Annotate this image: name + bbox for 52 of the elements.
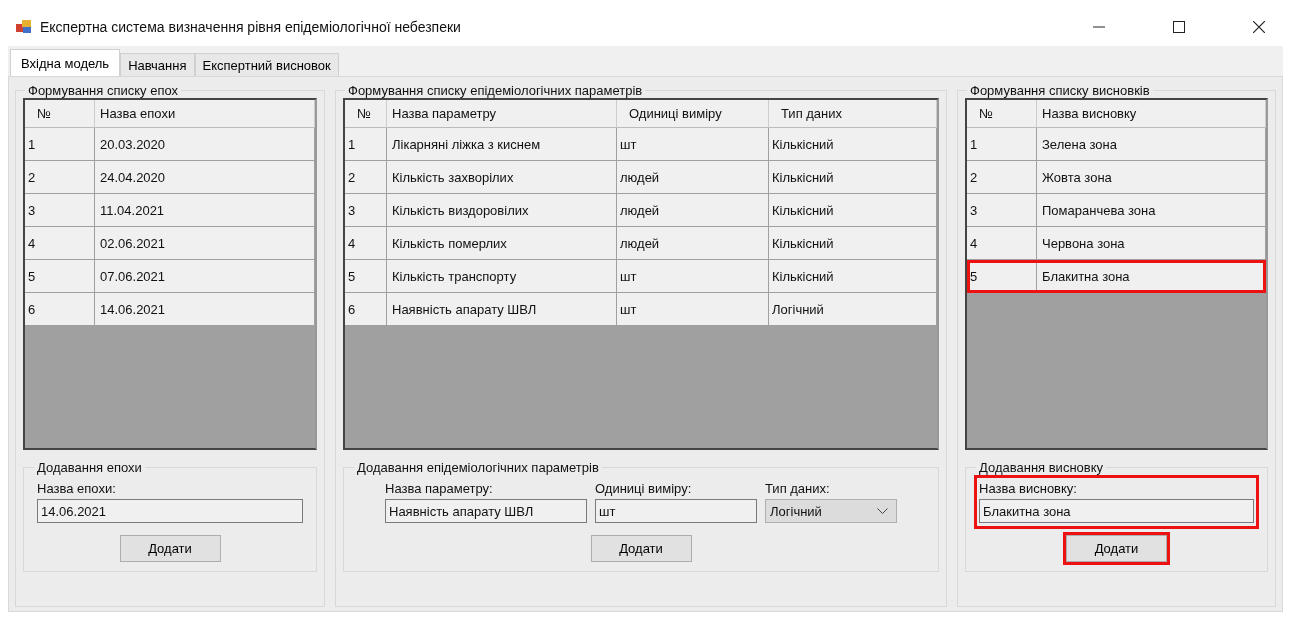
table-row[interactable]: 4 Кількість померлих людей Кількісний: [345, 227, 937, 260]
field-label: Назва висновку:: [979, 481, 1078, 496]
add-button[interactable]: Додати: [119, 535, 221, 562]
table-cell: 14.06.2021: [95, 293, 315, 326]
table-row[interactable]: 4 02.06.2021: [25, 227, 315, 260]
table-row[interactable]: 2 24.04.2020: [25, 161, 315, 194]
table-row[interactable]: 6 14.06.2021: [25, 293, 315, 326]
input-field[interactable]: Наявність апарату ШВЛ: [385, 499, 587, 523]
table-cell: 5: [967, 260, 1037, 293]
table-row[interactable]: 1 20.03.2020: [25, 128, 315, 161]
table-row[interactable]: 6 Наявність апарату ШВЛ шт Логічний: [345, 293, 937, 326]
table-row[interactable]: 5 07.06.2021: [25, 260, 315, 293]
tab[interactable]: Експертний висновок: [194, 53, 339, 76]
table-row[interactable]: 3 Помаранчева зона: [967, 194, 1266, 227]
table-row[interactable]: 2 Кількість захворілих людей Кількісний: [345, 161, 937, 194]
window-title: Експертна система визначення рівня епідеміологічної небезпеки: [40, 19, 461, 35]
table-cell: Блакитна зона: [1037, 260, 1266, 293]
field-label: Одиниці виміру:: [595, 481, 693, 496]
table-row[interactable]: 5 Блакитна зона: [967, 260, 1266, 293]
field-label: Назва епохи:: [37, 481, 117, 496]
app-icon: [16, 20, 32, 34]
tab[interactable]: Вхідна модель: [10, 49, 121, 76]
chevron-icon: [877, 508, 888, 514]
group-title: Формування списку висновків: [969, 83, 1151, 98]
table-row[interactable]: 2 Жовта зона: [967, 161, 1266, 194]
table-cell: Наявність апарату ШВЛ: [387, 293, 617, 326]
input-field[interactable]: 14.06.2021: [37, 499, 303, 523]
table-row[interactable]: 3 Кількість виздоровілих людей Кількісний: [345, 194, 937, 227]
table-row[interactable]: 3 11.04.2021: [25, 194, 315, 227]
add-button[interactable]: Додати: [590, 535, 692, 562]
maximize-icon[interactable]: [1173, 21, 1185, 33]
table-cell: Логічний: [769, 293, 937, 326]
table-cell: 6: [25, 293, 95, 326]
table-row[interactable]: 1 Лікарняні ліжка з киснем шт Кількісний: [345, 128, 937, 161]
group-title: Формування списку епох: [27, 83, 180, 98]
input-field[interactable]: Блакитна зона: [979, 499, 1254, 523]
group-title: Формування списку епідеміологічних параметрів: [347, 83, 644, 98]
add-button[interactable]: Додати: [1066, 535, 1167, 562]
table-row[interactable]: 4 Червона зона: [967, 227, 1266, 260]
group-title: Додавання епідеміологічних параметрів: [356, 460, 600, 475]
table-row[interactable]: 1 Зелена зона: [967, 128, 1266, 161]
close-icon[interactable]: [1253, 21, 1265, 33]
table-cell: шт: [617, 293, 769, 326]
field-label: Назва параметру:: [385, 481, 494, 496]
field-label: Тип даних:: [765, 481, 831, 496]
tab[interactable]: Навчання: [120, 53, 195, 76]
table-row[interactable]: 5 Кількість транспорту шт Кількісний: [345, 260, 937, 293]
table-cell: 6: [345, 293, 387, 326]
group-title: Додавання висновку: [978, 460, 1105, 475]
input-field[interactable]: шт: [595, 499, 757, 523]
group-title: Додавання епохи: [36, 460, 143, 475]
dropdown[interactable]: Логічний: [765, 499, 897, 523]
